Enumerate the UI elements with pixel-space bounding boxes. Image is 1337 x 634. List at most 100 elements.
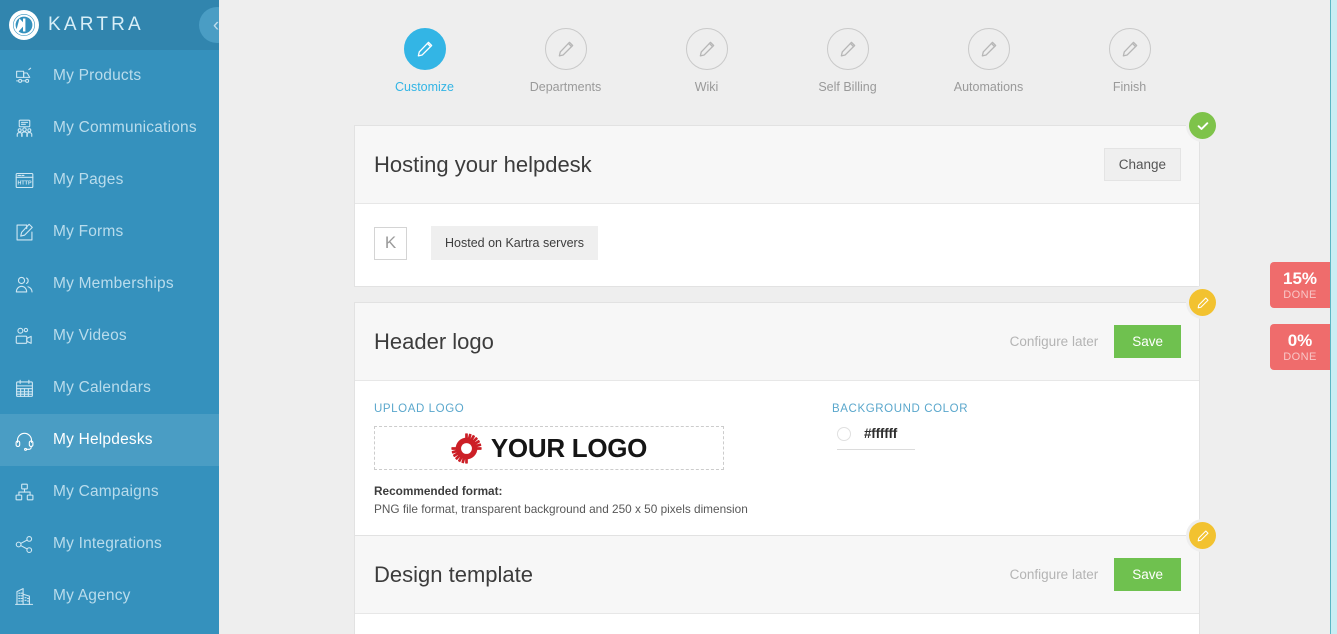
background-color-field[interactable]: #ffffff [837,426,915,450]
sidebar-item-my-integrations[interactable]: My Integrations [0,518,219,570]
logo-text: YOUR LOGO [490,432,648,463]
kartra-logo-icon [9,10,39,40]
sidebar-nav: My Products My Communications HTTP My Pages… [0,50,219,622]
sidebar-item-my-calendars[interactable]: My Calendars [0,362,219,414]
members-icon [9,269,39,299]
right-edge-strip [1330,0,1337,634]
logo-preview: YOUR LOGO [451,433,647,464]
calendar-icon [9,373,39,403]
sidebar-item-my-helpdesks[interactable]: My Helpdesks [0,414,219,466]
wizard-step-automations[interactable]: Automations [918,28,1059,94]
card-actions: Change [1103,148,1181,181]
video-camera-icon [9,321,39,351]
pencil-icon [685,28,728,70]
wizard-step-self-billing[interactable]: Self Billing [777,28,918,94]
card-actions: Configure later Save [1010,325,1181,358]
recommended-format-title: Recommended format: [374,484,503,498]
http-page-icon: HTTP [9,165,39,195]
status-badge-complete [1189,112,1216,139]
wizard-step-departments[interactable]: Departments [495,28,636,94]
configure-later-link[interactable]: Configure later [1010,334,1099,349]
recommended-format-text: PNG file format, transparent background … [374,502,748,516]
check-icon [1197,121,1208,130]
sidebar-header: KARTRA ‹ [0,0,219,50]
progress-indicators: 15% DONE 0% DONE [1270,262,1330,386]
card-actions: Configure later Save [1010,558,1181,591]
progress-badge[interactable]: 0% DONE [1270,324,1330,370]
wizard-step-label: Automations [953,80,1024,94]
sidebar-item-my-agency[interactable]: My Agency [0,570,219,622]
wizard-step-customize[interactable]: Customize [354,28,495,94]
progress-badge[interactable]: 15% DONE [1270,262,1330,308]
building-icon [9,581,39,611]
sidebar-item-label: My Helpdesks [53,431,153,448]
brand-name: KARTRA [48,14,144,35]
background-color-label: BACKGROUND COLOR [832,403,969,415]
wizard-step-wiki[interactable]: Wiki [636,28,777,94]
wizard-step-label: Wiki [694,80,719,94]
configure-later-link[interactable]: Configure later [1010,567,1099,582]
sidebar-item-my-forms[interactable]: My Forms [0,206,219,258]
pencil-icon [1197,529,1209,541]
sidebar-item-my-campaigns[interactable]: My Campaigns [0,466,219,518]
save-button[interactable]: Save [1114,558,1181,591]
sidebar: KARTRA ‹ My Products My Communications HTT… [0,0,219,634]
sidebar-item-label: My Products [53,67,142,84]
wizard-step-label: Self Billing [818,80,877,94]
progress-caption: DONE [1283,288,1317,301]
form-pencil-icon [9,217,39,247]
sidebar-item-label: My Forms [53,223,124,240]
share-nodes-icon [9,529,39,559]
page-title: Hosting your helpdesk [374,151,592,177]
gear-icon [451,432,482,464]
headset-icon [9,425,39,455]
wizard-step-label: Departments [529,80,602,94]
card-hosting-your-helpdesk: Hosting your helpdesk Change K Hosted on… [354,112,1216,287]
sidebar-item-label: My Communications [53,119,197,136]
logo-dropzone[interactable]: YOUR LOGO [374,426,724,470]
logo-settings-grid: UPLOAD LOGO YOUR LOGO Recommended format… [374,403,1180,516]
card-body: K Hosted on Kartra servers [355,204,1199,286]
card-header: Header logo Configure later Save [355,289,1216,381]
pencil-icon [967,28,1010,70]
wizard-step-label: Customize [394,80,455,94]
upload-logo-label: UPLOAD LOGO [374,403,465,415]
card-body [355,614,1199,634]
card-header-logo: Header logo Configure later Save UPLOAD … [354,289,1216,543]
card-header: Design template Configure later Save [355,522,1216,614]
sidebar-item-label: My Campaigns [53,483,159,500]
section-title: Design template [374,561,533,587]
wizard-step-finish[interactable]: Finish [1059,28,1200,94]
color-swatch-icon[interactable] [837,426,851,441]
save-button[interactable]: Save [1114,325,1181,358]
pencil-icon [544,28,587,70]
progress-percent: 0% [1287,330,1313,350]
card-body: UPLOAD LOGO YOUR LOGO Recommended format… [355,381,1199,542]
sidebar-item-my-pages[interactable]: HTTP My Pages [0,154,219,206]
sidebar-item-label: My Pages [53,171,124,188]
upload-logo-column: UPLOAD LOGO YOUR LOGO Recommended format… [374,403,832,516]
pencil-icon [826,28,869,70]
svg-text:HTTP: HTTP [17,180,32,186]
status-badge-pending [1189,522,1216,549]
sidebar-item-my-memberships[interactable]: My Memberships [0,258,219,310]
card-header: Hosting your helpdesk Change [355,112,1216,204]
background-color-column: BACKGROUND COLOR #ffffff [832,403,1172,516]
hosted-on-kartra-servers-option[interactable]: Hosted on Kartra servers [431,226,598,260]
card-design-template: Design template Configure later Save [354,522,1216,634]
sidebar-item-my-videos[interactable]: My Videos [0,310,219,362]
wizard-steps: Customize Departments Wiki Self Billing Auto… [354,28,1254,94]
sidebar-item-label: My Videos [53,327,127,344]
sidebar-item-my-communications[interactable]: My Communications [0,102,219,154]
progress-caption: DONE [1283,350,1317,363]
pencil-icon [1197,296,1209,308]
kartra-initial-icon: K [374,226,407,260]
status-badge-pending [1189,289,1216,316]
change-button[interactable]: Change [1103,148,1181,181]
pencil-icon [403,28,446,70]
sidebar-item-label: My Integrations [53,535,162,552]
sidebar-item-my-products[interactable]: My Products [0,50,219,102]
wizard-step-label: Finish [1112,80,1147,94]
main-content: Customize Departments Wiki Self Billing Auto… [219,0,1337,634]
sidebar-collapse-button[interactable]: ‹ [199,7,219,43]
